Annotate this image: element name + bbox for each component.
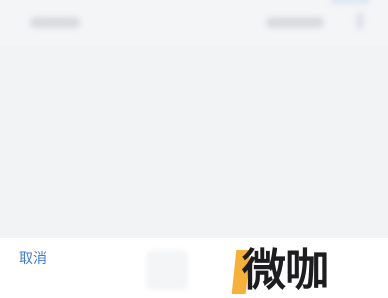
watermark-logo: 微咖 [231,245,344,296]
blurred-title-left [30,17,80,28]
screen: 取消 微咖 [0,0,388,298]
blurred-corner-element [356,12,364,30]
blurred-middle-element [146,250,188,290]
blurred-title-right [266,17,324,28]
top-bar [0,0,388,47]
content-area [0,46,388,238]
watermark-text: 微咖 [242,245,329,296]
cancel-button[interactable]: 取消 [19,250,47,268]
blurred-top-edge [330,0,370,4]
